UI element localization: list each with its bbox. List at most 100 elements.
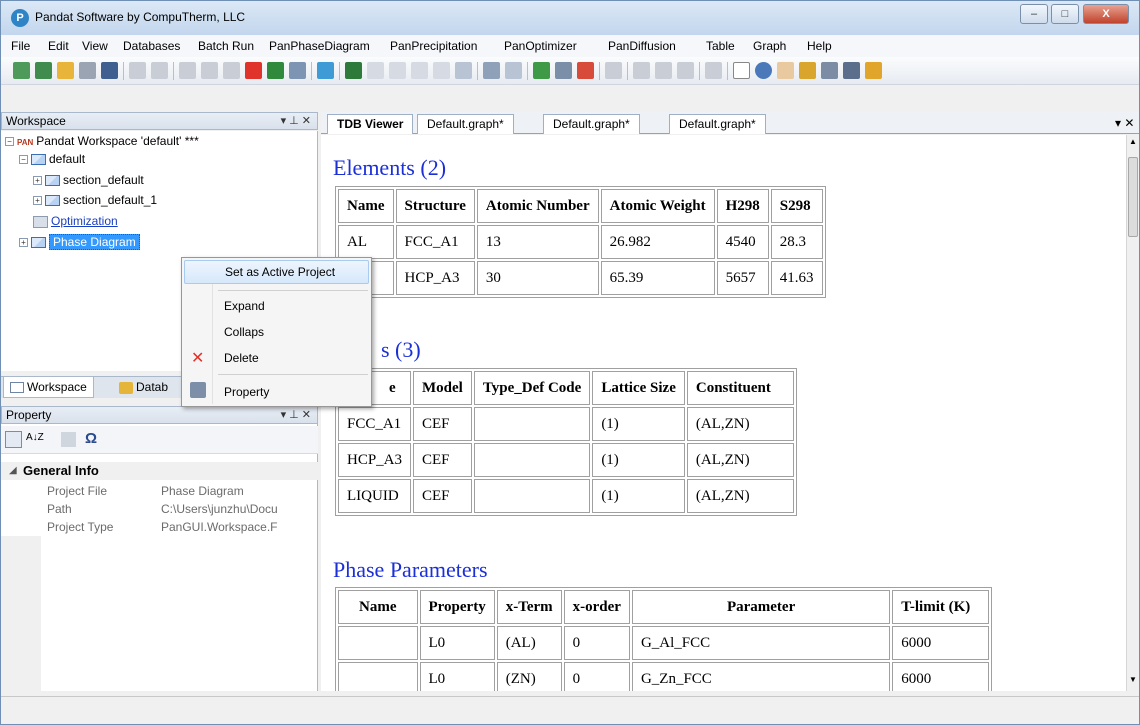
expand-icon[interactable]: +	[33, 176, 42, 186]
tab-databases[interactable]: Datab	[113, 377, 174, 398]
tab-workspace[interactable]: Workspace	[3, 377, 94, 398]
text-tool-icon[interactable]	[843, 62, 860, 79]
point-calc-icon[interactable]	[367, 62, 384, 79]
graph-edit-icon[interactable]	[555, 62, 572, 79]
tab-default-graph-1[interactable]: Default.graph*	[417, 114, 514, 134]
menu-item-expand[interactable]: Expand	[184, 294, 369, 318]
tree-item-section-default-1[interactable]: + section_default_1	[33, 191, 157, 209]
viewer-scrollbar[interactable]: ▲ ▼	[1126, 135, 1139, 691]
menu-help[interactable]: Help	[807, 39, 832, 53]
menu-item-collapse[interactable]: Collaps	[184, 320, 369, 344]
menu-table[interactable]: Table	[706, 39, 735, 53]
table-cell: HCP_A3	[338, 443, 412, 477]
tree-item-section-default[interactable]: + section_default	[33, 171, 144, 189]
tab-tdb-viewer[interactable]: TDB Viewer	[327, 114, 414, 134]
expand-icon[interactable]: +	[33, 196, 42, 206]
toolbar-separator	[477, 62, 478, 80]
contour-icon[interactable]	[455, 62, 472, 79]
chart-line-icon[interactable]	[655, 62, 672, 79]
close-button[interactable]: X	[1083, 4, 1129, 24]
tab-default-graph-2[interactable]: Default.graph*	[543, 114, 640, 134]
collapse-icon[interactable]: −	[19, 155, 28, 165]
table-grid-icon[interactable]	[605, 62, 622, 79]
table-cell: 4540	[716, 225, 769, 259]
zoom-icon[interactable]	[755, 62, 772, 79]
delete-icon[interactable]	[245, 62, 262, 79]
tree-root[interactable]: − PAN Pandat Workspace 'default' ***	[5, 132, 199, 150]
menu-item-delete[interactable]: Delete	[184, 346, 369, 370]
omega-icon[interactable]: Ω	[85, 430, 97, 447]
chart-bars-icon[interactable]	[633, 62, 650, 79]
print-preview-icon[interactable]	[129, 62, 146, 79]
property-pages-icon[interactable]	[61, 432, 76, 447]
graph-color-icon[interactable]	[577, 62, 594, 79]
menu-file[interactable]: File	[11, 39, 30, 53]
tab-default-graph-3[interactable]: Default.graph*	[669, 114, 766, 134]
export-icon[interactable]	[483, 62, 500, 79]
pointer-icon[interactable]	[733, 62, 750, 79]
collapse-triangle-icon[interactable]: ◢	[9, 462, 17, 480]
triangle-calc-icon[interactable]	[433, 62, 450, 79]
menu-item-set-active-project[interactable]: Set as Active Project	[184, 260, 369, 284]
paste-icon[interactable]	[223, 62, 240, 79]
menu-batch-run[interactable]: Batch Run	[198, 39, 254, 53]
menu-panphasediagram[interactable]: PanPhaseDiagram	[269, 39, 370, 53]
scroll-down-icon[interactable]: ▼	[1129, 675, 1137, 684]
pan-hand-icon[interactable]	[777, 62, 794, 79]
menu-panoptimizer[interactable]: PanOptimizer	[504, 39, 577, 53]
download-icon[interactable]	[317, 62, 334, 79]
minimize-button[interactable]: –	[1020, 4, 1048, 24]
save-icon[interactable]	[79, 62, 96, 79]
maximize-button[interactable]: □	[1051, 4, 1079, 24]
chart-area-icon[interactable]	[677, 62, 694, 79]
scroll-up-icon[interactable]: ▲	[1129, 137, 1137, 146]
legend-icon[interactable]	[821, 62, 838, 79]
tree-item-default[interactable]: − default	[19, 150, 85, 168]
menu-graph[interactable]: Graph	[753, 39, 786, 53]
layout-icon[interactable]	[705, 62, 722, 79]
menu-panprecipitation[interactable]: PanPrecipitation	[390, 39, 477, 53]
categorized-icon[interactable]	[5, 431, 22, 448]
menu-pandiffusion[interactable]: PanDiffusion	[608, 39, 676, 53]
scrollbar-thumb[interactable]	[1128, 157, 1138, 237]
edit-axis-icon[interactable]	[799, 62, 816, 79]
copy-icon[interactable]	[201, 62, 218, 79]
property-row[interactable]: Project File Phase Diagram	[1, 482, 318, 500]
pane-pin-close-icon[interactable]: ▾ ⊥ ✕	[281, 407, 311, 423]
pencil-icon[interactable]	[865, 62, 882, 79]
grid-icon[interactable]	[505, 62, 522, 79]
table-cell	[338, 626, 418, 660]
cut-icon[interactable]	[179, 62, 196, 79]
section-calc-icon[interactable]	[411, 62, 428, 79]
phase-parameters-title: Phase Parameters	[333, 557, 488, 582]
calculate-icon[interactable]	[345, 62, 362, 79]
new-project-icon[interactable]	[35, 62, 52, 79]
save-all-icon[interactable]	[101, 62, 118, 79]
sort-az-icon[interactable]: A↓Z	[26, 432, 44, 443]
table-cell: G_Al_FCC	[631, 626, 891, 660]
tree-item-phase-diagram[interactable]: + Phase Diagram	[19, 233, 140, 251]
table-view-icon[interactable]	[289, 62, 306, 79]
line-calc-icon[interactable]	[389, 62, 406, 79]
pane-pin-close-icon[interactable]: ▾ ⊥ ✕	[281, 113, 311, 129]
elements-title: Elements (2)	[333, 155, 447, 180]
open-folder-icon[interactable]	[57, 62, 74, 79]
app-window: P Pandat Software by CompuTherm, LLC – □…	[0, 0, 1140, 725]
tree-item-optimization[interactable]: Optimization	[33, 212, 118, 230]
tabs-menu-close-icon[interactable]: ▾ ✕	[1115, 116, 1134, 130]
menu-item-property[interactable]: Property	[184, 380, 369, 404]
menu-view[interactable]: View	[82, 39, 108, 53]
property-category[interactable]: ◢ General Info	[1, 462, 318, 480]
menu-edit[interactable]: Edit	[48, 39, 69, 53]
graph-add-icon[interactable]	[533, 62, 550, 79]
menu-databases[interactable]: Databases	[123, 39, 180, 53]
phases-table: e Model Type_Def Code Lattice Size Const…	[335, 368, 797, 516]
property-row[interactable]: Project Type PanGUI.Workspace.F	[1, 518, 318, 536]
print-icon[interactable]	[151, 62, 168, 79]
menu-separator	[218, 290, 368, 291]
collapse-icon[interactable]: −	[5, 137, 14, 147]
property-row[interactable]: Path C:\Users\junzhu\Docu	[1, 500, 318, 518]
new-workspace-icon[interactable]	[13, 62, 30, 79]
expand-icon[interactable]: +	[19, 238, 28, 248]
import-icon[interactable]	[267, 62, 284, 79]
